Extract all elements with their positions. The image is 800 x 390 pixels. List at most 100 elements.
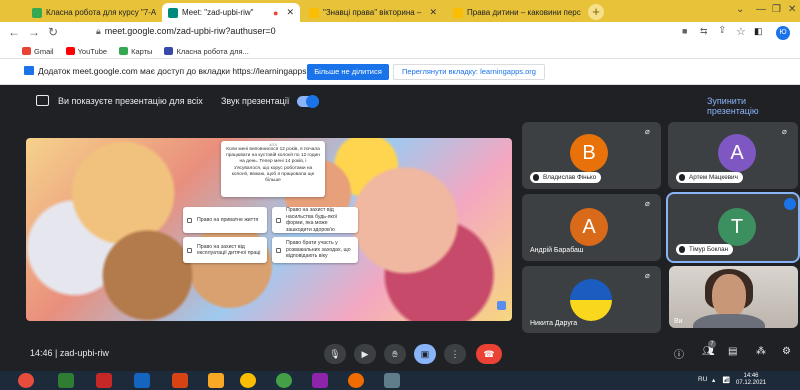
whatsapp-icon[interactable]	[276, 373, 292, 388]
excel-icon[interactable]	[58, 373, 74, 388]
profile-avatar[interactable]: Ю	[776, 26, 790, 40]
host-controls-icon[interactable]: ⚙︎	[782, 346, 791, 357]
windows-taskbar	[0, 371, 800, 390]
clock-date: 07.12.2021	[736, 380, 767, 386]
forward-arrow-icon[interactable]: →	[28, 25, 40, 39]
translate-icon[interactable]: ⇆	[700, 26, 708, 37]
reload-icon[interactable]: ↻	[48, 25, 58, 39]
bookmark-label: Карты	[131, 46, 153, 56]
mic-off-icon: ⌀	[782, 127, 787, 136]
person-body	[693, 314, 765, 328]
bookmark-maps[interactable]: Карты	[119, 47, 152, 56]
stop-sharing-button[interactable]: Більше не ділитися	[307, 64, 389, 80]
classroom-favicon-icon	[32, 7, 42, 18]
tab-search-icon[interactable]: ⌄	[736, 4, 744, 15]
word-icon[interactable]	[134, 373, 150, 388]
powerpoint-icon[interactable]	[172, 373, 188, 388]
answer-text: Право на захист від експлуатації дитячої…	[197, 243, 261, 257]
new-tab-button[interactable]: +	[588, 4, 604, 20]
language-indicator[interactable]: RU	[698, 376, 707, 383]
system-clock[interactable]: 14:46 07.12.2021	[736, 373, 766, 387]
ukraine-flag-avatar	[570, 279, 612, 321]
microphone-button[interactable]: 🎙︎	[324, 344, 346, 364]
address-bar[interactable]: 🔒︎ meet.google.com/zad-upbi-riw?authuser=…	[96, 26, 276, 37]
self-camera-tile[interactable]	[669, 266, 798, 328]
maximize-icon[interactable]: ❐	[772, 4, 781, 15]
leave-call-button[interactable]: ☎︎	[476, 344, 502, 364]
answer-text: Право на захист від насильства будь-якої…	[286, 207, 338, 233]
checkbox-icon	[187, 247, 192, 253]
raise-hand-button[interactable]: ✋︎	[384, 344, 406, 364]
bookmark-youtube[interactable]: YouTube	[65, 47, 107, 56]
mic-icon	[679, 246, 685, 253]
meeting-time: 14:46	[30, 348, 53, 358]
close-tab-icon[interactable]: ✕	[429, 7, 437, 18]
present-now-button[interactable]: ▣	[414, 344, 436, 364]
network-icon[interactable]: 📶︎	[722, 376, 730, 384]
answer-option[interactable]: Право на захист від насильства будь-якої…	[272, 207, 358, 233]
app-icon[interactable]	[384, 373, 400, 388]
bookmark-classroom[interactable]: Класна робота для...	[164, 46, 249, 56]
answer-option[interactable]: Право на приватне життя	[183, 207, 267, 233]
browser-tab-classroom[interactable]: Класна робота для курсу "7-А " ✕	[26, 3, 158, 22]
participant-name: Никита Даруга	[530, 320, 578, 327]
speaking-indicator-icon	[784, 198, 796, 210]
stop-presenting-button[interactable]: Зупинити презентацію	[707, 96, 800, 116]
extension-icon[interactable]: ◧	[754, 26, 763, 37]
bookmark-star-icon[interactable]: ☆	[736, 25, 746, 38]
participant-name-pill: Артем Мацкевич	[676, 172, 743, 183]
browser-tab-quiz[interactable]: "Знавці права" вікторина – ✕	[303, 3, 443, 22]
sharing-message: Додаток meet.google.com має доступ до вк…	[38, 66, 322, 76]
answer-text: Право на приватне життя	[197, 216, 259, 223]
back-arrow-icon[interactable]: ←	[8, 25, 20, 39]
browser-tab-rights[interactable]: Права дитини – каковини перс ✕	[447, 3, 581, 22]
youtube-icon	[65, 47, 75, 55]
fullscreen-icon[interactable]	[497, 301, 506, 310]
avatar: T	[718, 208, 756, 246]
answer-option[interactable]: Право на захист від експлуатації дитячої…	[183, 237, 267, 263]
close-tab-icon[interactable]: ✕	[286, 7, 294, 18]
browser-app-icon[interactable]	[348, 373, 364, 388]
avatar: B	[570, 134, 608, 172]
avatar: A	[570, 208, 608, 246]
share-icon[interactable]: ⇪	[718, 25, 726, 36]
activities-icon[interactable]: ⁂	[756, 346, 766, 357]
switch-to-tab-button[interactable]: Переглянути вкладку: learningapps.org	[393, 64, 545, 80]
camera-button[interactable]: ▶	[354, 344, 376, 364]
chrome-icon[interactable]	[240, 373, 256, 388]
chat-icon[interactable]: ▤	[728, 346, 737, 357]
tab-title: Права дитини – каковини перс	[467, 8, 581, 17]
media-player-icon[interactable]	[96, 373, 112, 388]
tray-arrow-icon[interactable]: ▴	[712, 376, 715, 384]
meeting-details-icon[interactable]: ⓘ	[674, 346, 684, 361]
presentation-audio-toggle[interactable]	[297, 95, 319, 108]
gmail-icon	[22, 47, 31, 55]
url-text: meet.google.com/zad-upbi-riw?authuser=0	[104, 26, 276, 36]
close-window-icon[interactable]: ✕	[788, 4, 796, 15]
quiz-favicon-icon	[309, 7, 319, 18]
camera-indicator-icon[interactable]: ■	[682, 26, 687, 36]
bookmarks-bar: Gmail YouTube Карты Класна робота для...	[0, 44, 800, 59]
present-screen-icon	[36, 95, 49, 106]
viber-icon[interactable]	[312, 373, 328, 388]
minimize-icon[interactable]: —	[756, 4, 766, 15]
more-options-button[interactable]: ⋮	[444, 344, 466, 364]
classroom-icon	[164, 47, 174, 55]
browser-tab-meet[interactable]: Meet: "zad-upbi-riw" ● ✕	[162, 3, 300, 22]
mic-off-icon: ⌀	[645, 271, 650, 280]
screen-share-icon	[24, 66, 34, 75]
bookmark-label: Класна робота для...	[176, 46, 249, 56]
slide-page-number: 4/14	[269, 142, 277, 147]
bookmark-gmail[interactable]: Gmail	[22, 47, 54, 56]
participant-name: Артем Мацкевич	[689, 174, 738, 181]
meet-favicon-icon	[168, 7, 178, 18]
mic-off-icon: ⌀	[645, 199, 650, 208]
presentation-audio-label: Звук презентації	[221, 96, 290, 106]
answer-option[interactable]: Право брати участь у розважальних захода…	[272, 237, 358, 263]
mic-icon	[533, 174, 539, 181]
participants-count-badge: 7	[708, 340, 716, 348]
file-explorer-icon[interactable]	[208, 373, 224, 388]
presenting-status: Ви показуєте презентацію для всіх	[58, 96, 203, 106]
lock-icon: 🔒︎	[96, 26, 101, 36]
start-button-icon[interactable]	[18, 373, 34, 388]
